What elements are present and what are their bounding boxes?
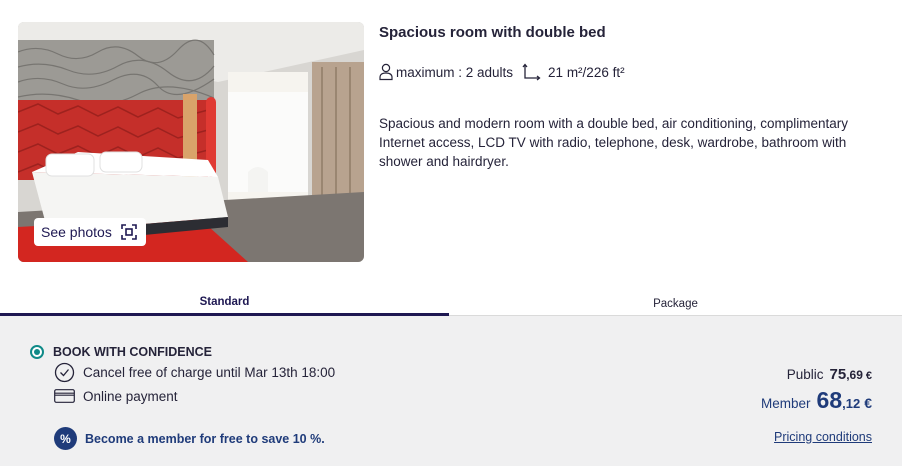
offer-radio[interactable]	[30, 345, 44, 359]
public-price: Public 75 ,69 €	[787, 366, 872, 383]
public-price-currency: €	[865, 370, 872, 382]
cancel-feature: Cancel free of charge until Mar 13th 18:…	[54, 362, 335, 383]
member-promo-text: Become a member for free to save 10 %.	[85, 431, 325, 446]
payment-feature: Online payment	[54, 388, 178, 404]
person-icon	[379, 63, 393, 81]
public-price-label: Public	[786, 367, 824, 382]
capacity-spec: maximum : 2 adults	[379, 63, 513, 81]
public-price-integer: 75	[829, 366, 847, 383]
cancel-text: Cancel free of charge until Mar 13th 18:…	[83, 365, 336, 380]
member-price-integer: 68	[816, 387, 843, 413]
credit-card-icon	[54, 389, 75, 403]
clock-icon	[54, 362, 75, 383]
member-price-currency: €	[864, 395, 872, 411]
capacity-text: maximum : 2 adults	[396, 64, 514, 80]
percent-icon: %	[54, 427, 77, 450]
member-promo-link[interactable]: % Become a member for free to save 10 %.	[54, 427, 325, 450]
payment-text: Online payment	[83, 388, 178, 404]
area-text: 21 m²/226 ft²	[548, 64, 625, 80]
tab-package[interactable]: Package	[449, 292, 902, 316]
tab-standard[interactable]: Standard	[0, 292, 449, 316]
member-price-decimal: ,12	[842, 396, 861, 411]
offer-panel: BOOK WITH CONFIDENCE Cancel free of char…	[0, 316, 902, 466]
area-spec: 21 m²/226 ft²	[522, 62, 625, 82]
area-icon	[522, 63, 541, 81]
member-price-label: Member	[761, 396, 811, 411]
gallery-icon	[121, 224, 137, 240]
see-photos-label: See photos	[41, 224, 112, 240]
room-specs: maximum : 2 adults 21 m²/226 ft²	[379, 62, 625, 82]
room-description: Spacious and modern room with a double b…	[379, 116, 849, 169]
offer-title: BOOK WITH CONFIDENCE	[53, 345, 213, 359]
rate-tabs: Standard Package	[0, 292, 902, 316]
public-price-decimal: ,69	[846, 368, 863, 382]
room-photo[interactable]: See photos	[18, 22, 364, 262]
see-photos-button[interactable]: See photos	[34, 218, 146, 246]
room-title: Spacious room with double bed	[379, 24, 606, 41]
member-price: Member 68 ,12 €	[761, 387, 872, 414]
pricing-conditions-link[interactable]: Pricing conditions	[774, 430, 872, 444]
